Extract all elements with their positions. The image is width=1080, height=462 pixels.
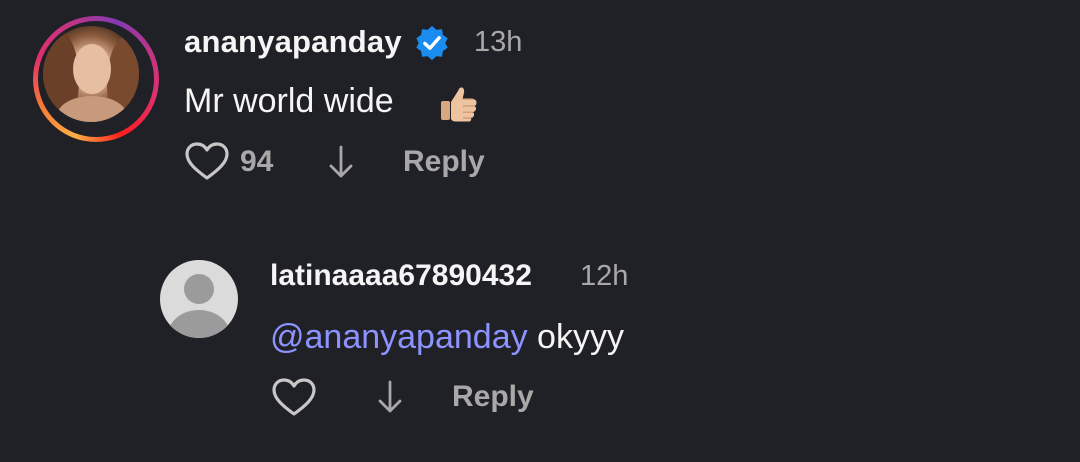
comments-thread: ananyapanday 13h Mr world wide 94 Reply … (0, 0, 1080, 462)
comment-text: Mr world wide (184, 82, 394, 120)
reply-username[interactable]: latinaaaa67890432 (270, 259, 532, 293)
default-avatar[interactable] (160, 260, 238, 338)
mention-link[interactable]: @ananyapanday (270, 318, 528, 356)
reply-button[interactable]: Reply (403, 145, 485, 179)
reply-timestamp: 12h (580, 260, 629, 292)
dislike-arrow-icon[interactable] (375, 378, 405, 416)
like-heart-icon[interactable] (184, 140, 230, 182)
reply-text: @ananyapanday okyyy (270, 318, 624, 357)
person-silhouette-icon (184, 274, 214, 304)
reply-button[interactable]: Reply (452, 380, 534, 414)
dislike-arrow-icon[interactable] (326, 143, 356, 181)
like-count[interactable]: 94 (240, 145, 273, 179)
comment-timestamp: 13h (474, 26, 523, 58)
comment-username[interactable]: ananyapanday (184, 24, 402, 60)
story-ring-avatar[interactable] (33, 16, 159, 142)
reply-body: okyyy (527, 318, 624, 356)
avatar-photo (43, 26, 139, 122)
like-heart-icon[interactable] (271, 376, 317, 418)
verified-badge-icon (416, 25, 448, 61)
thumbs-up-emoji-icon (441, 87, 477, 122)
